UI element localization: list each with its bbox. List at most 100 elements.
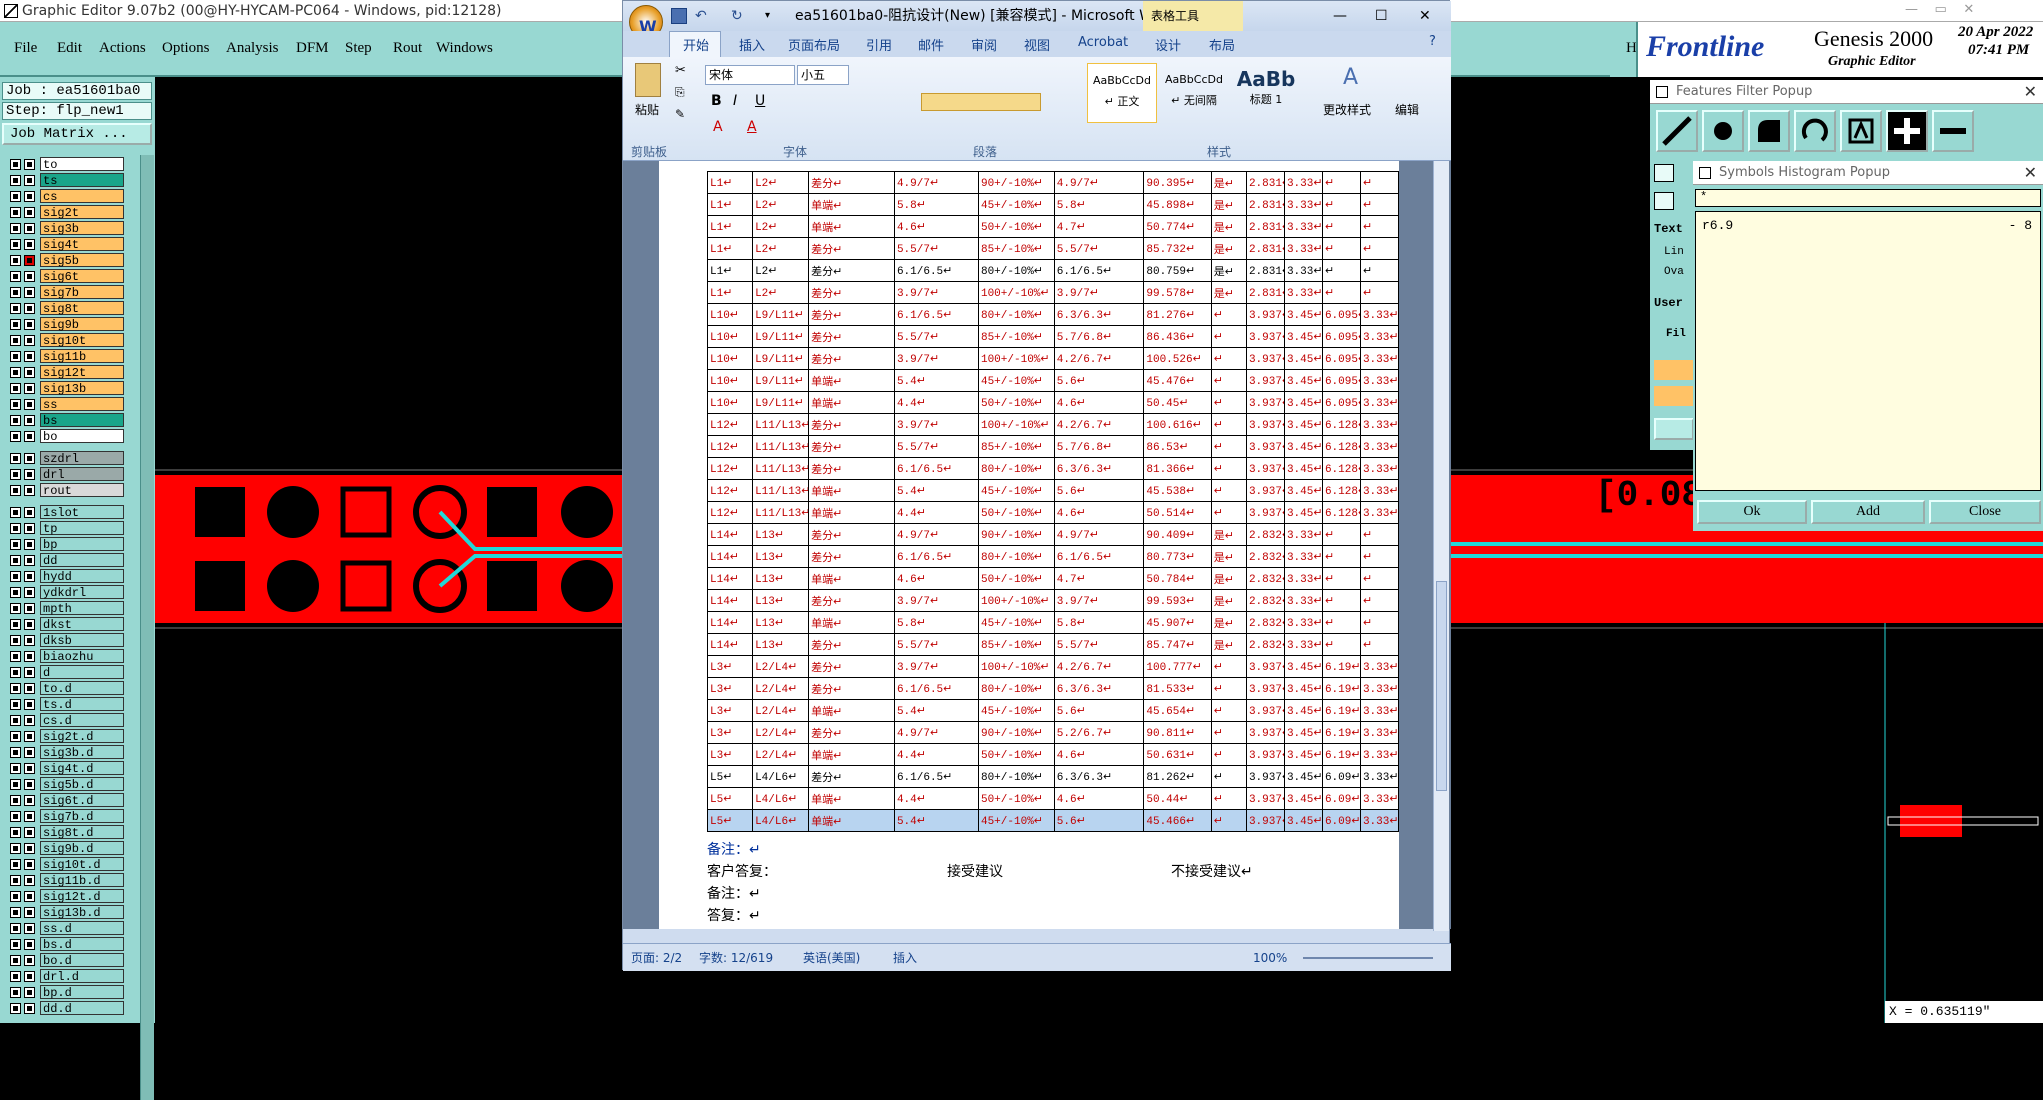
tab-home[interactable]: 开始 bbox=[683, 35, 709, 54]
format-painter-icon[interactable]: ✎ bbox=[675, 107, 685, 121]
table-cell[interactable]: L12↵ bbox=[706, 501, 754, 524]
table-cell[interactable]: 单端↵ bbox=[808, 611, 895, 634]
table-cell[interactable]: 6.128↵ bbox=[1321, 457, 1361, 480]
table-cell[interactable]: 3.33↵ bbox=[1359, 391, 1400, 414]
layer-row[interactable]: d bbox=[10, 665, 125, 680]
table-cell[interactable]: 3.33↵ bbox=[1359, 413, 1400, 436]
layer-checkbox[interactable] bbox=[10, 271, 21, 282]
table-cell[interactable]: 3.937↵ bbox=[1245, 325, 1285, 348]
layer-row[interactable]: sig10t bbox=[10, 333, 125, 348]
table-cell[interactable]: L12↵ bbox=[706, 435, 754, 458]
status-insert-mode[interactable]: 插入 bbox=[893, 944, 917, 972]
layer-checkbox[interactable] bbox=[10, 335, 21, 346]
table-cell[interactable]: ↵ bbox=[1321, 259, 1361, 282]
zoom-slider[interactable] bbox=[1303, 957, 1433, 959]
table-cell[interactable]: L2/L4↵ bbox=[752, 655, 810, 678]
layer-name[interactable]: bo.d bbox=[40, 953, 124, 968]
table-cell[interactable]: 6.3/6.3↵ bbox=[1053, 457, 1145, 480]
table-row[interactable]: L14↵ L13↵ 单端↵ 4.6↵ 50+/-10%↵ 4.7↵ 50.784↵ 是↵ 2.8… bbox=[706, 567, 1400, 590]
layer-checkbox[interactable] bbox=[10, 1003, 21, 1014]
style-heading-1[interactable]: AaBb 标题 1 bbox=[1231, 63, 1301, 123]
table-cell[interactable]: 4.4↵ bbox=[893, 391, 979, 414]
table-cell[interactable]: L11/L13↵ bbox=[752, 435, 810, 458]
table-cell[interactable]: 6.19↵ bbox=[1321, 743, 1361, 766]
table-cell[interactable]: L12↵ bbox=[706, 457, 754, 480]
table-cell[interactable]: L13↵ bbox=[752, 611, 810, 634]
table-cell[interactable]: 4.9/7↵ bbox=[893, 721, 979, 744]
table-cell[interactable]: L10↵ bbox=[706, 325, 754, 348]
layer-scrollbar[interactable] bbox=[140, 155, 154, 1100]
table-cell[interactable]: 差分↵ bbox=[808, 413, 895, 436]
status-language[interactable]: 英语(美国) bbox=[803, 944, 860, 972]
table-cell[interactable]: L1↵ bbox=[706, 171, 754, 194]
table-cell[interactable]: ↵ bbox=[1210, 655, 1247, 678]
table-cell[interactable]: 差分↵ bbox=[808, 545, 895, 568]
table-cell[interactable]: 6.19↵ bbox=[1321, 655, 1361, 678]
table-cell[interactable]: 3.33↵ bbox=[1359, 677, 1400, 700]
table-cell[interactable]: 85.747↵ bbox=[1143, 633, 1212, 656]
table-cell[interactable]: ↵ bbox=[1359, 545, 1400, 568]
layer-checkbox[interactable] bbox=[24, 335, 35, 346]
layer-checkbox[interactable] bbox=[10, 191, 21, 202]
layer-name[interactable]: bo bbox=[40, 429, 124, 444]
table-cell[interactable]: ↵ bbox=[1359, 281, 1400, 304]
table-cell[interactable]: 3.937↵ bbox=[1245, 303, 1285, 326]
layer-checkbox[interactable] bbox=[10, 875, 21, 886]
table-cell[interactable]: 45.538↵ bbox=[1143, 479, 1212, 502]
table-cell[interactable]: L14↵ bbox=[706, 589, 754, 612]
table-cell[interactable]: L11/L13↵ bbox=[752, 457, 810, 480]
layer-checkbox[interactable] bbox=[24, 827, 35, 838]
layer-name[interactable]: to bbox=[40, 157, 124, 172]
table-cell[interactable]: L13↵ bbox=[752, 545, 810, 568]
table-cell[interactable]: 45.466↵ bbox=[1143, 809, 1212, 832]
layer-checkbox[interactable] bbox=[24, 635, 35, 646]
table-cell[interactable]: L9/L11↵ bbox=[752, 303, 810, 326]
menu-rout[interactable]: Rout bbox=[393, 40, 422, 57]
table-cell[interactable]: L1↵ bbox=[706, 237, 754, 260]
table-cell[interactable]: L4/L6↵ bbox=[752, 787, 810, 810]
layer-checkbox[interactable] bbox=[10, 795, 21, 806]
layer-name[interactable]: cs.d bbox=[40, 713, 124, 728]
table-cell[interactable]: 4.6↵ bbox=[893, 215, 979, 238]
table-cell[interactable]: 4.4↵ bbox=[893, 743, 979, 766]
table-cell[interactable]: L4/L6↵ bbox=[752, 809, 810, 832]
style-normal[interactable]: AaBbCcDd ↵ 正文 bbox=[1087, 63, 1157, 123]
table-cell[interactable]: ↵ bbox=[1210, 699, 1247, 722]
job-matrix-button[interactable]: Job Matrix ... bbox=[2, 123, 152, 145]
table-cell[interactable]: L11/L13↵ bbox=[752, 479, 810, 502]
table-cell[interactable]: 3.937↵ bbox=[1245, 787, 1285, 810]
filter-button[interactable] bbox=[1654, 418, 1694, 440]
table-cell[interactable]: 6.095↵ bbox=[1321, 303, 1361, 326]
layer-checkbox[interactable] bbox=[10, 303, 21, 314]
table-cell[interactable]: 80+/-10%↵ bbox=[977, 303, 1055, 326]
table-cell[interactable]: 45+/-10%↵ bbox=[977, 611, 1055, 634]
table-cell[interactable]: 3.45↵ bbox=[1283, 391, 1323, 414]
table-cell[interactable]: 80+/-10%↵ bbox=[977, 545, 1055, 568]
table-cell[interactable]: 3.45↵ bbox=[1283, 325, 1323, 348]
layer-row[interactable]: bp.d bbox=[10, 985, 125, 1000]
table-cell[interactable]: 90+/-10%↵ bbox=[977, 523, 1055, 546]
vertical-scrollbar[interactable] bbox=[1433, 161, 1449, 931]
table-cell[interactable]: 单端↵ bbox=[808, 193, 895, 216]
table-row[interactable]: L12↵ L11/L13↵ 差分↵ 5.5/7↵ 85+/-10%↵ 5.7/6.8↵ 86… bbox=[706, 435, 1400, 458]
layer-checkbox[interactable] bbox=[10, 207, 21, 218]
layer-name[interactable]: sig8t bbox=[40, 301, 124, 316]
table-cell[interactable]: 4.9/7↵ bbox=[893, 171, 979, 194]
table-cell[interactable]: 3.33↵ bbox=[1283, 237, 1323, 260]
table-cell[interactable]: ↵ bbox=[1210, 479, 1247, 502]
layer-row[interactable]: ydkdrl bbox=[10, 585, 125, 600]
table-cell[interactable]: 4.7↵ bbox=[1053, 567, 1145, 590]
table-row[interactable]: L5↵ L4/L6↵ 单端↵ 5.4↵ 45+/-10%↵ 5.6↵ 45.466↵ ↵ 3.9… bbox=[706, 809, 1400, 832]
table-cell[interactable]: 3.33↵ bbox=[1359, 501, 1400, 524]
layer-row[interactable]: drl.d bbox=[10, 969, 125, 984]
table-cell[interactable]: 6.19↵ bbox=[1321, 699, 1361, 722]
status-words[interactable]: 字数: 12/619 bbox=[699, 944, 773, 972]
table-cell[interactable]: 80+/-10%↵ bbox=[977, 259, 1055, 282]
table-cell[interactable]: 6.128↵ bbox=[1321, 435, 1361, 458]
table-cell[interactable]: ↵ bbox=[1359, 589, 1400, 612]
table-cell[interactable]: 4.2/6.7↵ bbox=[1053, 413, 1145, 436]
layer-checkbox[interactable] bbox=[24, 1003, 35, 1014]
layer-name[interactable]: bs.d bbox=[40, 937, 124, 952]
layer-row[interactable]: dd bbox=[10, 553, 125, 568]
table-cell[interactable]: 3.937↵ bbox=[1245, 765, 1285, 788]
